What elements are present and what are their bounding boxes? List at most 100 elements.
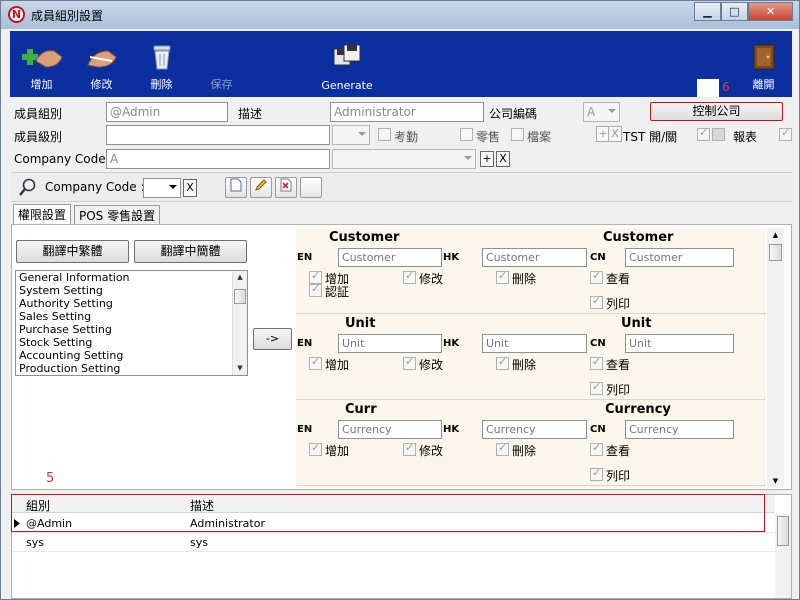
verify-checkbox[interactable] (309, 282, 322, 297)
edit-button[interactable]: 修改 (74, 31, 129, 97)
section-title-en: Curr (345, 402, 377, 417)
level-field[interactable] (106, 125, 330, 145)
permission-section: UnitUnitENUnitHKUnitCNUnit增加修改刪除查看列印 (296, 314, 766, 400)
table-row[interactable]: sys sys (12, 534, 775, 552)
minimize-button[interactable]: ▁ (694, 2, 721, 21)
delete-perm-label: 刪除 (512, 358, 537, 372)
delete-checkbox[interactable] (496, 441, 509, 456)
edit-checkbox[interactable] (403, 441, 416, 456)
edit-checkbox[interactable] (403, 269, 416, 284)
list-item[interactable]: General Information (16, 271, 247, 284)
view-checkbox[interactable] (590, 441, 603, 456)
exit-button[interactable]: 離開 (736, 31, 791, 97)
view-checkbox[interactable] (590, 355, 603, 370)
retail-checkbox[interactable] (460, 128, 473, 141)
lang-cn-label: CN (590, 338, 606, 349)
report-checkbox[interactable] (779, 126, 792, 141)
group-field[interactable]: @Admin (106, 102, 228, 122)
maximize-button[interactable]: □ (721, 2, 748, 21)
close-button[interactable]: ✕ (748, 2, 793, 21)
verify-perm-label: 認証 (325, 285, 350, 299)
tst-toggle[interactable] (712, 128, 725, 141)
search-company-code-select[interactable] (143, 178, 181, 198)
delete-checkbox[interactable] (496, 269, 509, 284)
generate-button[interactable]: Generate (312, 31, 382, 97)
search-icon[interactable] (18, 177, 38, 197)
company-no-select[interactable]: A (583, 102, 620, 122)
list-item[interactable]: System Setting (16, 284, 247, 297)
list-item[interactable]: Sales Setting (16, 310, 247, 323)
window-title: 成員組別設置 (31, 9, 104, 23)
delete-checkbox[interactable] (496, 355, 509, 370)
name-cn-field[interactable]: Currency (625, 420, 734, 439)
level-select[interactable] (332, 125, 370, 145)
print-perm-label: 列印 (606, 297, 631, 311)
list-item[interactable]: Stock Setting (16, 336, 247, 349)
delete-button[interactable]: 刪除 (134, 31, 189, 97)
control-company-button[interactable]: 控制公司 (650, 102, 783, 121)
tab-permissions[interactable]: 權限設置 (13, 204, 72, 225)
name-en-field[interactable]: Unit (338, 334, 442, 353)
name-hk-field[interactable]: Currency (482, 420, 587, 439)
name-hk-field[interactable]: Unit (482, 334, 587, 353)
print-checkbox[interactable] (590, 466, 603, 481)
edit-perm-label: 修改 (419, 358, 444, 372)
add-checkbox[interactable] (309, 355, 322, 370)
blank-tool-icon[interactable] (300, 177, 322, 198)
attendance-checkbox[interactable] (378, 128, 391, 141)
delete-perm-label: 刪除 (512, 272, 537, 286)
desc-field[interactable]: Administrator (330, 102, 484, 122)
print-checkbox[interactable] (590, 294, 603, 309)
lang-en-label: EN (297, 424, 313, 435)
view-checkbox[interactable] (590, 269, 603, 284)
edit-checkbox[interactable] (403, 355, 416, 370)
move-right-button[interactable]: -> (253, 328, 292, 350)
group-label: 成員組別 (14, 107, 63, 121)
tst-label: TST 開/關 (623, 130, 678, 144)
row-desc: sys (190, 536, 208, 549)
company-code-clear-button[interactable]: X (496, 151, 510, 167)
new-document-icon[interactable] (225, 177, 247, 198)
pencil-icon[interactable] (250, 177, 272, 198)
list-item[interactable]: Purchase Setting (16, 323, 247, 336)
archive-checkbox[interactable] (511, 128, 524, 141)
company-code-add-button[interactable]: + (480, 151, 494, 167)
translate-simplified-button[interactable]: 翻譯中簡體 (134, 240, 247, 263)
module-list[interactable]: General Information System Setting Authori… (15, 270, 248, 376)
permission-section: Curr Currency EN Currency HK Currency CN Curren… (296, 400, 766, 486)
app-window: N 成員組別設置 ▁ □ ✕ 增加 修改 刪除 保存 Generate 6 離開… (0, 0, 800, 600)
delete-document-icon[interactable] (275, 177, 297, 198)
add-checkbox[interactable] (309, 441, 322, 456)
tst-checkbox[interactable] (697, 126, 710, 141)
print-checkbox[interactable] (590, 380, 603, 395)
tst-clear-button[interactable]: X (608, 126, 622, 142)
module-list-scrollbar[interactable]: ▲ ▼ (232, 271, 247, 375)
archive-label: 檔案 (527, 130, 552, 144)
section-title-cn: Currency (605, 402, 671, 417)
permission-panel-scrollbar[interactable]: ▲ ▼ (767, 228, 784, 488)
name-cn-field[interactable]: Unit (625, 334, 734, 353)
list-item[interactable]: Accounting Setting (16, 349, 247, 362)
company-no-label: 公司編碼 (489, 107, 538, 121)
grid-scrollbar[interactable] (775, 514, 791, 598)
name-en-field[interactable]: Customer (338, 248, 442, 267)
list-item[interactable]: Production Setting (16, 362, 247, 375)
add-button[interactable]: 增加 (14, 31, 69, 97)
add-hand-icon (21, 49, 63, 68)
delete-perm-label: 刪除 (512, 444, 537, 458)
lang-en-label: EN (297, 338, 313, 349)
annotation-marker-6: 6 (722, 80, 730, 94)
list-item[interactable]: Authority Setting (16, 297, 247, 310)
main-toolbar: 增加 修改 刪除 保存 Generate 6 離開 (10, 31, 792, 97)
name-hk-field[interactable]: Customer (482, 248, 587, 267)
translate-traditional-button[interactable]: 翻譯中繁體 (16, 240, 129, 263)
name-en-field[interactable]: Currency (338, 420, 442, 439)
tab-pos-retail[interactable]: POS 零售設置 (74, 205, 161, 224)
search-clear-button[interactable]: X (183, 179, 197, 197)
name-cn-field[interactable]: Customer (625, 248, 734, 267)
save-button[interactable]: 保存 (194, 31, 249, 97)
company-code-select[interactable] (332, 149, 476, 169)
section-title-en: Unit (345, 316, 376, 331)
search-company-code-label: Company Code : (45, 180, 145, 194)
company-code-field[interactable]: A (106, 149, 330, 169)
